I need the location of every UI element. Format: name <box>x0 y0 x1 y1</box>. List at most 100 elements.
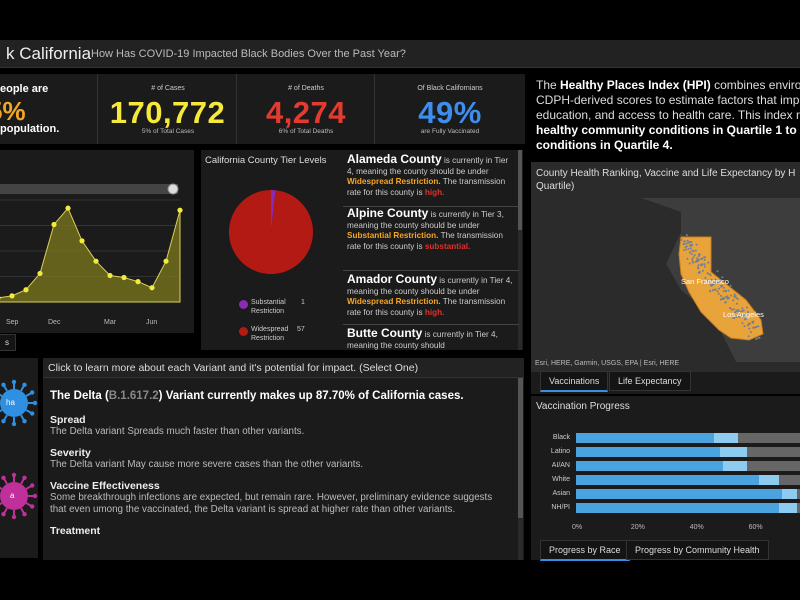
map-county-dot <box>723 297 726 300</box>
california-map[interactable]: San Francisco Los Angeles <box>531 192 800 362</box>
vacc-bar-row[interactable] <box>576 503 800 513</box>
map-county-dot <box>733 293 736 296</box>
map-county-dot <box>691 243 693 246</box>
hpi-line2: CDPH-derived scores to estimate factors … <box>536 93 800 107</box>
vacc-bar-row[interactable] <box>576 433 800 443</box>
map-county-dot <box>703 263 706 266</box>
map-county-dot <box>733 295 736 298</box>
people-line1: eople are <box>0 83 49 95</box>
map-county-dot <box>685 234 688 237</box>
virus-spike-tip <box>11 472 17 478</box>
trend-slider-track[interactable] <box>0 184 178 194</box>
map-county-dot <box>704 256 706 259</box>
vacc-x-tick: 20% <box>630 524 645 531</box>
vacc-bar-row[interactable] <box>576 461 800 471</box>
trend-point <box>93 258 99 264</box>
map-county-dot <box>726 296 729 299</box>
map-county-dot <box>722 290 725 293</box>
virus-spike-tip <box>1 418 6 424</box>
map-county-dot <box>692 256 695 259</box>
map-county-dot <box>752 326 755 329</box>
vacc-bar-fully <box>576 475 759 485</box>
map-county-dot <box>692 261 695 264</box>
map-county-dot <box>750 331 753 333</box>
vacc-bar-row[interactable] <box>576 489 800 499</box>
map-county-dot <box>690 253 693 256</box>
trend-point <box>79 238 85 244</box>
headline-a: The Delta ( <box>50 390 109 402</box>
virus-icon-beta[interactable]: a <box>0 456 38 536</box>
trend-x-tick: Jun <box>146 319 157 326</box>
legend-widespread-label1: Widespread <box>251 326 289 333</box>
map-county-dot <box>725 289 728 292</box>
trend-slider-handle[interactable] <box>167 183 179 195</box>
vacc-x-tick: 60% <box>748 524 763 531</box>
virus-spike-tip <box>29 390 35 395</box>
virus-spike-tip <box>11 514 17 520</box>
trend-point <box>149 285 155 291</box>
map-county-dot <box>755 337 758 340</box>
tab-life-expectancy[interactable]: Life Expectancy <box>609 371 691 391</box>
county-item-butte[interactable]: Butte County is currently in Tier 4, mea… <box>347 328 517 350</box>
pie-slice-widespread[interactable] <box>228 189 313 274</box>
map-county-dot <box>748 327 751 330</box>
map-county-dot <box>689 247 692 250</box>
virus-spike-tip <box>11 379 17 385</box>
vacc-bar-label: Black <box>552 434 570 441</box>
dashboard-subtitle: How Has COVID-19 Impacted Black Bodies O… <box>91 48 406 60</box>
county-name: Alameda County <box>347 152 442 166</box>
cases-label: # of Cases <box>151 85 185 92</box>
hpi-description: The Healthy Places Index (HPI) combines … <box>536 78 800 153</box>
deaths-sub: 6% of Total Deaths <box>278 128 334 135</box>
county-item-alpine[interactable]: Alpine County is currently in Tier 3, me… <box>347 207 517 252</box>
map-county-dot <box>697 260 700 262</box>
map-county-dot <box>724 296 727 299</box>
vacc-bar-row[interactable] <box>576 475 800 485</box>
map-county-dot <box>720 298 723 301</box>
trend-x-tick: Sep <box>6 319 19 326</box>
vacc-bar-fully <box>576 461 724 471</box>
map-county-dot <box>698 271 701 274</box>
deaths-value: 4,274 <box>265 95 347 130</box>
virus-spike <box>0 486 3 490</box>
map-county-dot <box>686 242 688 245</box>
map-county-dot <box>716 270 719 273</box>
county-divider <box>343 324 519 325</box>
county-name: Butte County <box>347 328 423 340</box>
map-county-dot <box>729 284 732 287</box>
county-restriction: Substantial Restriction. <box>347 231 439 240</box>
map-county-dot <box>716 290 719 293</box>
map-county-dot <box>702 269 704 272</box>
virus-spike-tip <box>32 493 38 499</box>
headline-b: ) Variant currently makes up 87.70% of C… <box>158 390 464 402</box>
trend-point <box>177 207 183 213</box>
vacc-bar-partial <box>723 461 747 471</box>
vaccine-text: Some breakthrough infections are expecte… <box>50 492 493 515</box>
map-county-dot <box>754 326 757 329</box>
severity-text: The Delta variant May cause more severe … <box>50 459 364 470</box>
variant-icons-panel: ha a <box>0 358 38 558</box>
tab-progress-by-race[interactable]: Progress by Race <box>540 540 630 561</box>
tab-vaccinations[interactable]: Vaccinations <box>540 371 609 392</box>
county-item-alameda[interactable]: Alameda County is currently in Tier 4, m… <box>347 152 517 198</box>
vaccinated-value: 49% <box>418 95 482 130</box>
virus-spike-tip <box>1 382 6 388</box>
map-county-dot <box>698 253 701 256</box>
map-county-dot <box>723 286 725 289</box>
variant-scrollbar[interactable] <box>518 378 523 560</box>
map-county-dot <box>703 265 706 268</box>
county-item-amador[interactable]: Amador County is currently in Tier 4, me… <box>347 273 517 318</box>
tab-progress-by-community-health[interactable]: Progress by Community Health <box>626 540 769 560</box>
vacc-bar-row[interactable] <box>576 447 800 457</box>
map-county-dot <box>683 243 686 245</box>
county-scrollbar[interactable] <box>518 150 522 350</box>
map-county-dot <box>719 294 722 297</box>
virus-icon-alpha[interactable]: ha <box>0 363 38 443</box>
hpi-line4: healthy community conditions in Quartile… <box>536 123 800 137</box>
map-county-dot <box>685 248 688 251</box>
map-city-sf: San Francisco <box>681 277 729 286</box>
hpi-prefix: The <box>536 78 561 92</box>
map-county-dot <box>757 325 760 328</box>
vacc-bar-label: AI/AN <box>551 462 570 469</box>
trend-small-tab[interactable]: s <box>0 334 16 351</box>
